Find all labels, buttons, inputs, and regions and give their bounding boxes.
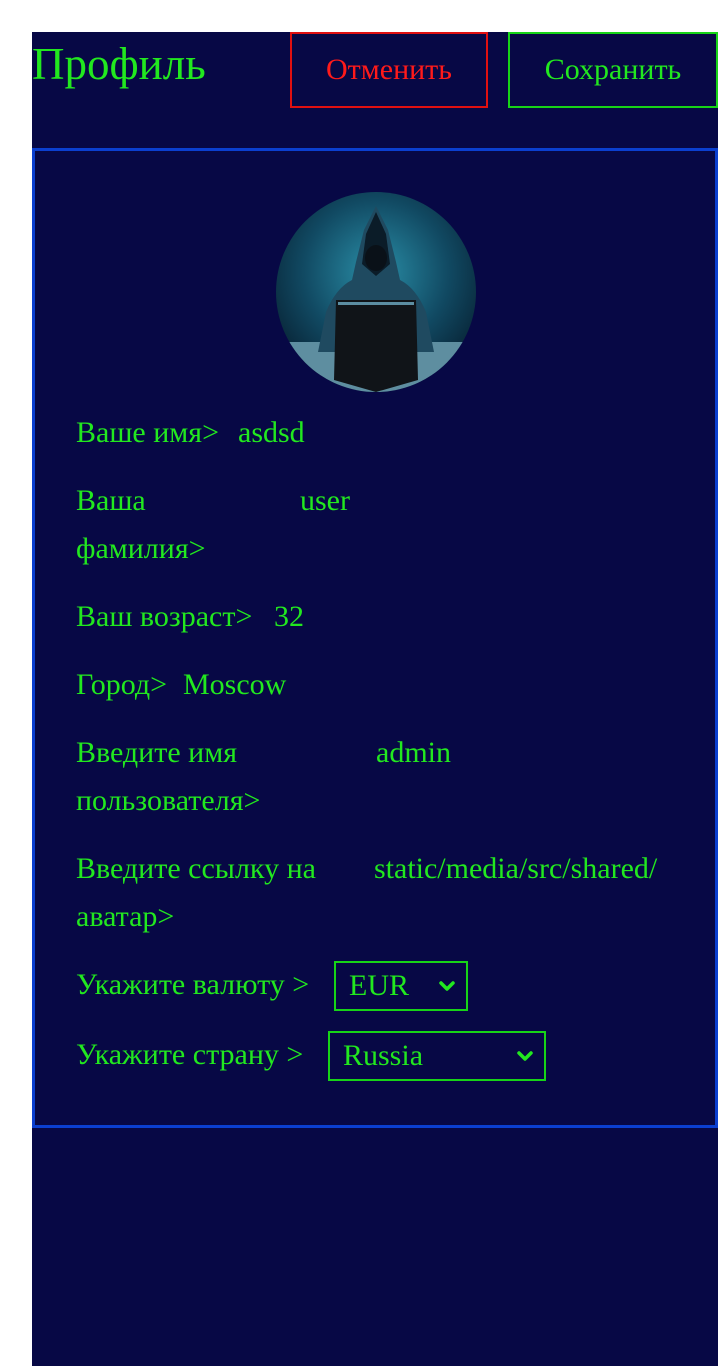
profile-page: Профиль Отменить Сохранить Ваше имя> asd… [32,32,718,1366]
last-name-label-line1: Ваша [76,484,146,517]
avatar-link-label-line2: аватар> [76,900,175,933]
username-label-line2: пользователя> [76,784,261,817]
city-value[interactable]: Moscow [183,661,286,709]
country-selected-value: Russia [343,1039,424,1072]
city-row: Город> Moscow [76,661,676,709]
avatar-link-row: Введите ссылку на аватар> static/media/s… [76,845,676,941]
username-row: Введите имя пользователя> admin [76,729,676,825]
last-name-label-line2: фамилия> [76,532,206,565]
first-name-label: Ваше имя> [76,416,219,449]
age-label: Ваш возраст> [76,600,253,633]
currency-select[interactable]: EUR [334,961,468,1011]
save-button[interactable]: Сохранить [508,32,718,108]
country-label: Укажите страну > [76,1038,304,1071]
chevron-down-icon [517,1051,533,1061]
chevron-down-icon [439,981,455,991]
profile-card: Ваше имя> asdsd Ваша фамилия> user Ваш в… [32,148,718,1128]
first-name-row: Ваше имя> asdsd [76,409,676,457]
username-value[interactable]: admin [376,729,451,777]
username-label-line1: Введите имя [76,736,238,769]
last-name-row: Ваша фамилия> user [76,477,676,573]
avatar-link-label-line1: Введите ссылку на [76,852,316,885]
currency-label: Укажите валюту > [76,968,310,1001]
avatar [276,192,476,392]
country-row: Укажите страну > Russia [76,1031,676,1081]
hooded-hacker-avatar-icon [276,192,476,392]
first-name-value[interactable]: asdsd [238,409,305,457]
cancel-button[interactable]: Отменить [290,32,488,108]
avatar-link-value[interactable]: static/media/src/shared/ [374,845,674,893]
last-name-value[interactable]: user [300,477,350,525]
city-label: Город> [76,668,168,701]
page-title: Профиль [32,39,206,89]
age-value[interactable]: 32 [274,593,304,641]
age-row: Ваш возраст> 32 [76,593,676,641]
currency-row: Укажите валюту > EUR [76,961,676,1011]
country-select[interactable]: Russia [328,1031,546,1081]
currency-selected-value: EUR [349,969,409,1002]
